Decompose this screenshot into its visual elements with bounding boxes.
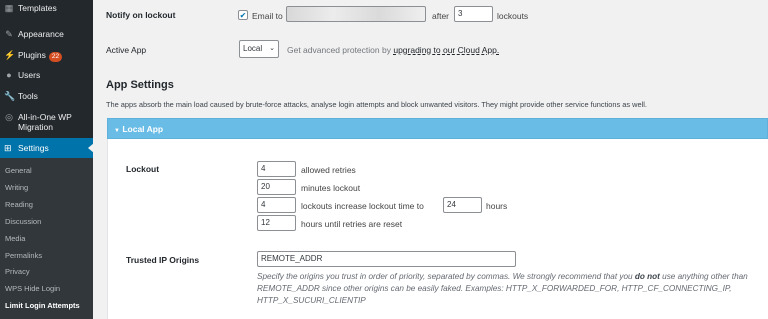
trusted-ip-origins-input[interactable]: REMOTE_ADDR <box>257 251 516 267</box>
submenu-item-writing[interactable]: Writing <box>5 183 28 193</box>
templates-icon: ▦ <box>4 3 14 13</box>
active-app-label: Active App <box>106 45 147 55</box>
lockouts-label: lockouts <box>497 11 529 21</box>
active-app-select-value: Local <box>243 44 263 53</box>
sidebar-item-label: All-in-One WP Migration <box>18 112 72 132</box>
minutes-lockout-label: minutes lockout <box>301 183 361 193</box>
minutes-lockout-input[interactable]: 20 <box>257 179 296 195</box>
sidebar-item-users[interactable]: ● Users <box>0 70 93 82</box>
submenu-item-reading[interactable]: Reading <box>5 200 33 210</box>
sidebar-item-templates[interactable]: ▦ Templates <box>0 3 93 15</box>
appearance-icon: ✎ <box>5 29 13 39</box>
submenu-item-media[interactable]: Media <box>5 234 25 244</box>
submenu-item-privacy[interactable]: Privacy <box>5 267 30 277</box>
app-settings-title: App Settings <box>106 79 174 91</box>
checkmark-icon: ✔ <box>239 10 247 20</box>
sidebar-item-label: Users <box>18 70 41 80</box>
main-content: Notify on lockout ✔ Email to after 3 loc… <box>93 0 768 319</box>
retries-reset-label: hours until retries are reset <box>301 219 403 229</box>
email-input[interactable] <box>286 6 426 22</box>
sidebar-item-all-in-one-migration[interactable]: ◎ All-in-One WP Migration <box>0 112 93 134</box>
active-app-hint: Get advanced protection by upgrading to … <box>287 45 499 55</box>
app-settings-description: The apps absorb the main load caused by … <box>106 100 647 109</box>
email-notify-checkbox[interactable]: ✔ <box>238 10 248 20</box>
email-to-label: Email to <box>252 11 283 21</box>
settings-submenu: General Writing Reading Discussion Media… <box>0 158 93 319</box>
users-icon: ● <box>6 70 12 80</box>
chevron-down-icon: ⌄ <box>269 45 275 52</box>
triangle-down-icon: ▼ <box>114 128 120 134</box>
sidebar-item-label: Templates <box>18 3 57 13</box>
sidebar-item-label: Tools <box>18 91 38 101</box>
allowed-retries-input[interactable]: 4 <box>257 161 296 177</box>
submenu-item-permalinks[interactable]: Permalinks <box>5 251 42 261</box>
sidebar-item-plugins[interactable]: ⚡ Plugins 22 <box>0 50 93 62</box>
allowed-retries-label: allowed retries <box>301 165 356 175</box>
lockout-label: Lockout <box>126 164 160 174</box>
lockouts-count-input[interactable]: 3 <box>454 6 493 22</box>
trusted-desc-emphasis: do not <box>634 272 660 281</box>
lockouts-increase-label: lockouts increase lockout time to <box>301 201 424 211</box>
active-app-hint-text: Get advanced protection by <box>287 45 391 55</box>
settings-icon: ⊞ <box>4 143 12 153</box>
tools-icon: 🔧 <box>4 91 16 101</box>
plugins-update-badge: 22 <box>48 52 63 62</box>
trusted-desc-part1: Specify the origins you trust in order o… <box>257 272 635 281</box>
admin-sidebar: ▦ Templates ✎ Appearance ⚡ Plugins 22 ● U… <box>0 0 94 319</box>
trusted-ip-origins-description: Specify the origins you trust in order o… <box>257 271 757 307</box>
hours-label: hours <box>486 201 508 211</box>
submenu-item-discussion[interactable]: Discussion <box>5 217 41 227</box>
submenu-item-wps-hide-login[interactable]: WPS Hide Login <box>5 284 60 294</box>
trusted-ip-origins-label: Trusted IP Origins <box>126 255 200 265</box>
submenu-item-limit-login-attempts[interactable]: Limit Login Attempts <box>5 301 80 311</box>
local-app-panel-header[interactable]: ▼ Local App <box>107 118 768 139</box>
plugins-icon: ⚡ <box>4 50 16 60</box>
sidebar-item-settings[interactable]: ⊞ Settings <box>0 138 94 158</box>
retries-reset-input[interactable]: 12 <box>257 215 296 231</box>
sidebar-item-label: Appearance <box>18 29 64 39</box>
local-app-title: Local App <box>122 124 164 134</box>
sidebar-item-appearance[interactable]: ✎ Appearance <box>0 29 93 41</box>
upgrade-cloud-app-link[interactable]: upgrading to our Cloud App. <box>393 45 499 55</box>
sidebar-item-label: Settings <box>18 143 49 153</box>
notify-on-lockout-label: Notify on lockout <box>106 10 176 20</box>
sidebar-item-label: Plugins <box>18 50 46 60</box>
active-app-select[interactable]: Local ⌄ <box>239 40 279 58</box>
lockouts-increase-input[interactable]: 4 <box>257 197 296 213</box>
lockout-hours-input[interactable]: 24 <box>443 197 482 213</box>
migration-icon: ◎ <box>5 112 13 122</box>
after-label: after <box>432 11 450 21</box>
submenu-item-general[interactable]: General <box>5 166 32 176</box>
sidebar-item-tools[interactable]: 🔧 Tools <box>0 91 93 103</box>
